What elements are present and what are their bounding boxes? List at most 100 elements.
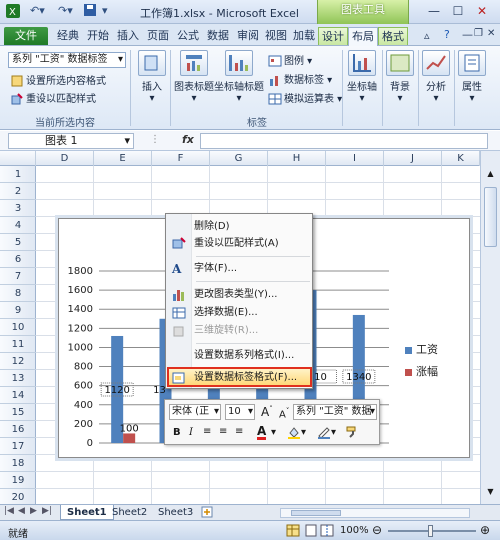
workbook-close-icon[interactable]: ✕ bbox=[487, 28, 495, 39]
axis-titles-button[interactable]: 坐标轴标题 ▾ bbox=[214, 50, 264, 104]
sheet-tab-sheet2[interactable]: Sheet2 bbox=[106, 505, 153, 520]
vertical-scrollbar[interactable]: ▲ ▼ bbox=[480, 151, 500, 504]
menu-item-format-data-labels[interactable]: 设置数据标签格式(F)... bbox=[194, 369, 312, 387]
y-tick-label[interactable]: 1800 bbox=[68, 266, 93, 277]
zoom-slider-thumb[interactable] bbox=[428, 525, 433, 537]
insert-button[interactable]: 插入 ▾ bbox=[134, 50, 170, 104]
data-label-raise[interactable]: 100 bbox=[120, 423, 139, 434]
y-tick-label[interactable]: 800 bbox=[74, 362, 93, 373]
tab-file[interactable]: 文件 bbox=[4, 27, 48, 45]
format-painter-icon[interactable] bbox=[345, 425, 359, 442]
menu-item-reset-style[interactable]: 重设以匹配样式(A) bbox=[194, 235, 312, 253]
background-button[interactable]: 背景 ▾ bbox=[384, 50, 416, 104]
row-header[interactable]: 6 bbox=[0, 251, 36, 268]
align-right-icon[interactable]: ≡ bbox=[235, 426, 243, 437]
legend-entry-raise[interactable]: 涨幅 bbox=[405, 363, 438, 379]
row-header[interactable]: 7 bbox=[0, 268, 36, 285]
reset-style-button[interactable]: 重设以匹配样式 bbox=[10, 90, 96, 106]
tab-format[interactable]: 格式 bbox=[378, 27, 408, 45]
data-label-wage[interactable]: 13 bbox=[153, 385, 166, 396]
tab-data[interactable]: 数据 bbox=[204, 27, 232, 45]
row-header[interactable]: 8 bbox=[0, 285, 36, 302]
zoom-out-icon[interactable]: ⊖ bbox=[372, 523, 382, 537]
column-header[interactable]: H bbox=[268, 151, 326, 166]
row-header[interactable]: 19 bbox=[0, 472, 36, 489]
row-header[interactable]: 14 bbox=[0, 387, 36, 404]
row-header[interactable]: 13 bbox=[0, 370, 36, 387]
tab-layout[interactable]: 布局 bbox=[348, 27, 378, 46]
page-layout-view-icon[interactable] bbox=[304, 524, 318, 540]
y-tick-label[interactable]: 1600 bbox=[68, 285, 93, 296]
minimize-icon[interactable]: — bbox=[424, 3, 444, 19]
data-label-wage[interactable]: 1120 bbox=[104, 385, 129, 396]
scroll-down-icon[interactable]: ▼ bbox=[483, 487, 498, 501]
select-all-corner[interactable] bbox=[0, 151, 36, 166]
help-icon[interactable]: ? bbox=[444, 28, 450, 41]
save-icon[interactable] bbox=[84, 4, 96, 19]
y-tick-label[interactable]: 0 bbox=[87, 438, 93, 449]
next-sheet-icon[interactable]: ▶ bbox=[30, 506, 37, 516]
scroll-thumb[interactable] bbox=[291, 510, 341, 516]
column-header[interactable]: G bbox=[210, 151, 268, 166]
bold-icon[interactable]: B bbox=[173, 427, 181, 438]
formula-input[interactable] bbox=[200, 133, 488, 149]
workbook-minimize-icon[interactable]: — bbox=[462, 28, 473, 41]
font-size-dropdown[interactable]: 10 ▾ bbox=[225, 404, 255, 420]
analysis-button[interactable]: 分析 ▾ bbox=[420, 50, 452, 104]
y-tick-label[interactable]: 400 bbox=[74, 400, 93, 411]
tab-addins[interactable]: 加载 bbox=[290, 27, 318, 45]
row-header[interactable]: 17 bbox=[0, 438, 36, 455]
legend-entry-wage[interactable]: 工资 bbox=[405, 341, 438, 357]
column-header[interactable]: D bbox=[36, 151, 94, 166]
y-tick-label[interactable]: 200 bbox=[74, 419, 93, 430]
insert-function-icon[interactable]: fx bbox=[182, 133, 194, 146]
row-header[interactable]: 2 bbox=[0, 183, 36, 200]
zoom-slider[interactable] bbox=[388, 525, 476, 537]
excel-logo-icon[interactable]: X bbox=[6, 4, 20, 21]
grow-font-icon[interactable]: A˄ bbox=[261, 405, 273, 419]
zoom-level[interactable]: 100% bbox=[340, 525, 369, 536]
workbook-restore-icon[interactable]: ❐ bbox=[474, 28, 483, 39]
chart-title-button[interactable]: 图表标题 ▾ bbox=[174, 50, 214, 104]
chevron-down-icon[interactable]: ▾ bbox=[331, 427, 336, 438]
name-box[interactable]: 图表 1 ▾ bbox=[8, 133, 134, 149]
menu-item-select-data[interactable]: 选择数据(E)... bbox=[194, 304, 312, 322]
align-center-icon[interactable]: ≡ bbox=[219, 426, 227, 437]
font-family-dropdown[interactable]: 宋体 (正 ▾ bbox=[169, 404, 221, 420]
data-label-wage[interactable]: 1340 bbox=[346, 372, 371, 383]
column-header[interactable]: I bbox=[326, 151, 384, 166]
redo-icon[interactable]: ↷▾ bbox=[58, 4, 73, 17]
row-header[interactable]: 1 bbox=[0, 166, 36, 183]
tab-classic[interactable]: 经典 bbox=[54, 27, 82, 45]
row-header[interactable]: 18 bbox=[0, 455, 36, 472]
chevron-down-icon[interactable]: ▾ bbox=[301, 427, 306, 438]
normal-view-icon[interactable] bbox=[286, 524, 300, 540]
shrink-font-icon[interactable]: A˅ bbox=[279, 407, 289, 420]
chart-legend[interactable]: 工资 涨幅 bbox=[405, 341, 438, 385]
bar-raise[interactable] bbox=[123, 433, 136, 443]
tab-view[interactable]: 视图 bbox=[262, 27, 290, 45]
column-header[interactable]: F bbox=[152, 151, 210, 166]
tab-home[interactable]: 开始 bbox=[84, 27, 112, 45]
legend-button[interactable]: 图例 ▾ bbox=[268, 52, 312, 68]
chart-element-selector[interactable]: 系列 "工资" 数据 ▾ bbox=[293, 404, 377, 420]
y-tick-label[interactable]: 1400 bbox=[68, 304, 93, 315]
y-tick-label[interactable]: 600 bbox=[74, 381, 93, 392]
row-header[interactable]: 16 bbox=[0, 421, 36, 438]
properties-button[interactable]: 属性 ▾ bbox=[456, 50, 488, 104]
axes-button[interactable]: 坐标轴 ▾ bbox=[344, 50, 380, 104]
sheet-tab-sheet3[interactable]: Sheet3 bbox=[152, 505, 199, 520]
format-selection-button[interactable]: 设置所选内容格式 bbox=[10, 72, 106, 88]
data-table-button[interactable]: 模拟运算表 ▾ bbox=[268, 90, 342, 106]
row-header[interactable]: 11 bbox=[0, 336, 36, 353]
maximize-icon[interactable]: ☐ bbox=[448, 3, 468, 19]
y-tick-label[interactable]: 1200 bbox=[68, 323, 93, 334]
tab-formulas[interactable]: 公式 bbox=[174, 27, 202, 45]
align-left-icon[interactable]: ≡ bbox=[203, 426, 211, 437]
zoom-in-icon[interactable]: ⊕ bbox=[480, 523, 490, 537]
chevron-down-icon[interactable]: ▾ bbox=[271, 427, 276, 438]
tab-insert[interactable]: 插入 bbox=[114, 27, 142, 45]
page-break-view-icon[interactable] bbox=[320, 524, 334, 540]
data-labels-button[interactable]: 数据标签 ▾ bbox=[268, 71, 332, 87]
chart-elements-dropdown[interactable]: 系列 "工资" 数据标签 ▾ bbox=[8, 52, 126, 68]
